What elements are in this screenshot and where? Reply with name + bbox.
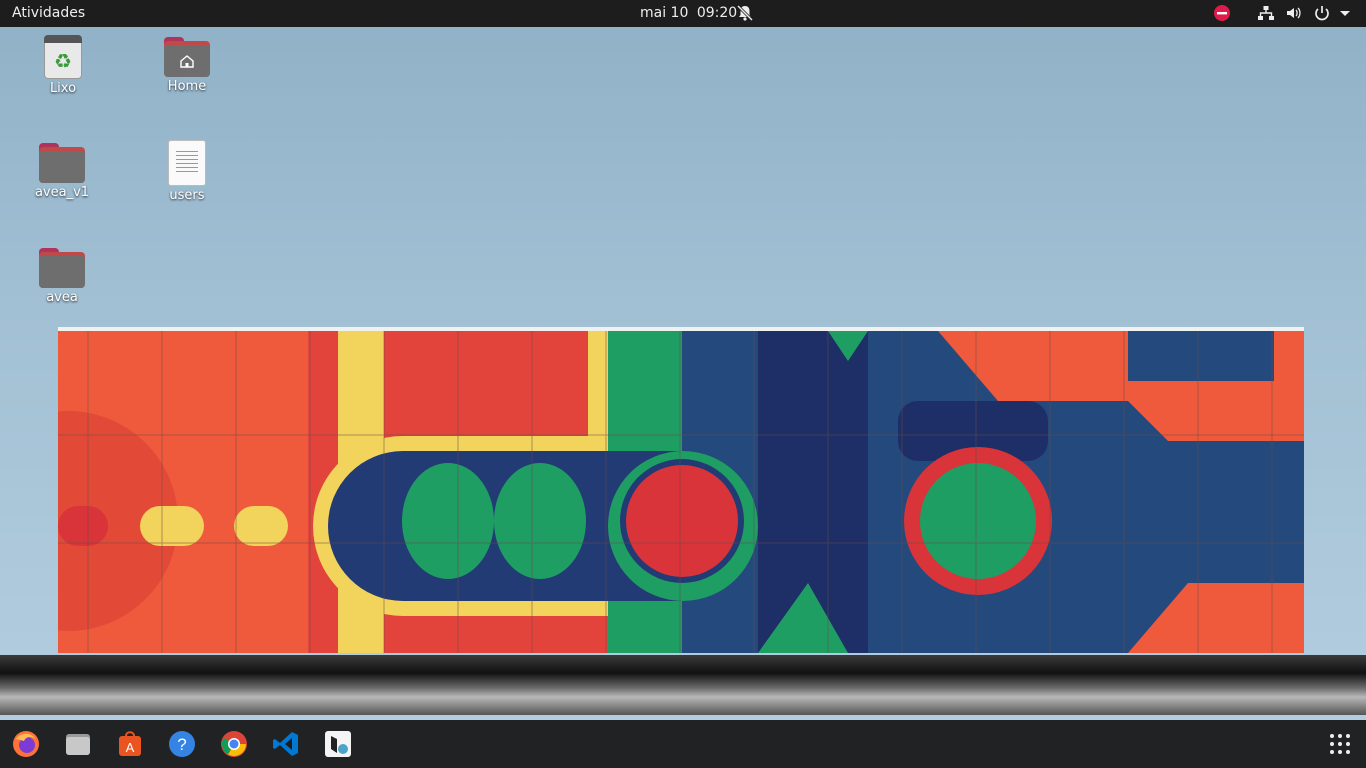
notifications-off-icon[interactable]: [736, 4, 754, 22]
folder-icon: [39, 143, 85, 183]
desktop-icon-avea-v1[interactable]: avea_v1: [14, 143, 110, 200]
clock-button[interactable]: mai 10 09:20: [640, 5, 741, 21]
desktop-icon-avea[interactable]: avea: [14, 248, 110, 305]
volume-icon[interactable]: [1285, 4, 1303, 22]
dock: A ?: [0, 720, 1366, 768]
files-icon[interactable]: [64, 730, 92, 758]
desktop-icon-label: Lixo: [49, 81, 77, 96]
svg-text:♻: ♻: [54, 49, 72, 73]
help-icon[interactable]: ?: [168, 730, 196, 758]
desktop-icon-users[interactable]: users: [139, 140, 235, 203]
activities-button[interactable]: Atividades: [12, 5, 85, 21]
do-not-disturb-icon[interactable]: [1213, 4, 1231, 22]
desktop-icon-trash[interactable]: ♻ Lixo: [15, 35, 111, 96]
app-icon[interactable]: [324, 730, 352, 758]
svg-text:?: ?: [177, 735, 186, 754]
show-applications-icon[interactable]: [1326, 730, 1354, 758]
desktop-icon-home[interactable]: Home: [139, 37, 235, 94]
firefox-icon[interactable]: [12, 730, 40, 758]
desktop-icon-label: Home: [167, 79, 207, 94]
wallpaper-mural: [58, 327, 1304, 653]
wallpaper-image: [58, 331, 1304, 653]
folder-icon: [39, 248, 85, 288]
network-icon[interactable]: [1257, 4, 1275, 22]
top-bar: Atividades mai 10 09:20: [0, 0, 1366, 27]
power-icon[interactable]: [1313, 4, 1331, 22]
date-label: mai 10: [640, 5, 689, 21]
wallpaper-roof: [0, 655, 1366, 715]
chevron-down-icon[interactable]: [1336, 4, 1354, 22]
vscode-icon[interactable]: [272, 730, 300, 758]
desktop-icon-label: avea_v1: [34, 185, 90, 200]
trash-icon: ♻: [44, 35, 82, 79]
chrome-icon[interactable]: [220, 730, 248, 758]
desktop-icon-label: users: [169, 188, 205, 203]
time-label: 09:20: [696, 5, 738, 21]
desktop-icon-label: avea: [46, 290, 78, 305]
software-center-icon[interactable]: A: [116, 730, 144, 758]
text-file-icon: [168, 140, 206, 186]
home-folder-icon: [164, 37, 210, 77]
svg-text:A: A: [126, 740, 135, 755]
